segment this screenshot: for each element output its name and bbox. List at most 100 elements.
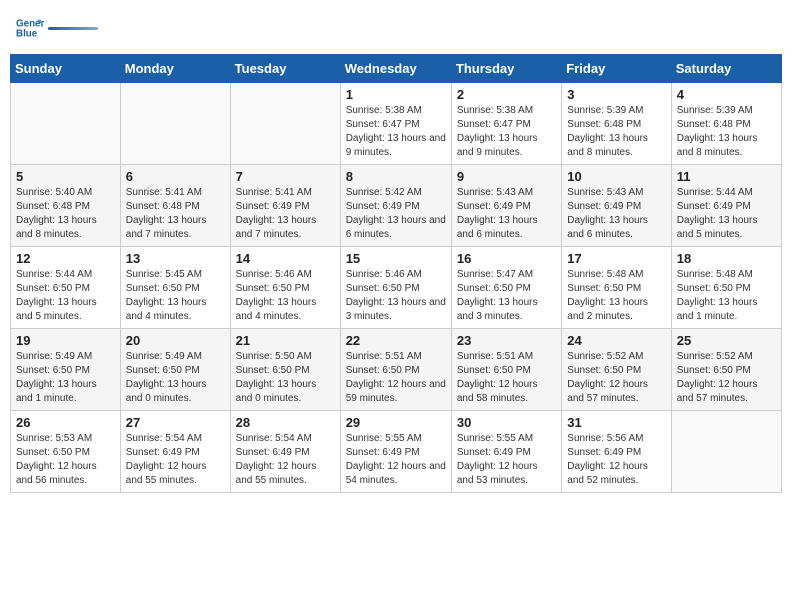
calendar-week-row: 5 Sunrise: 5:40 AM Sunset: 6:48 PM Daylig… xyxy=(11,165,782,247)
day-info: Sunrise: 5:55 AM Sunset: 6:49 PM Dayligh… xyxy=(457,432,556,488)
calendar-day-cell xyxy=(120,83,230,165)
day-number: 26 xyxy=(16,415,115,430)
day-info: Sunrise: 5:51 AM Sunset: 6:50 PM Dayligh… xyxy=(457,350,556,406)
logo-icon: General Blue xyxy=(16,14,44,42)
day-number: 10 xyxy=(567,169,665,184)
calendar-day-cell: 9 Sunrise: 5:43 AM Sunset: 6:49 PM Daylig… xyxy=(451,165,561,247)
calendar-day-cell: 22 Sunrise: 5:51 AM Sunset: 6:50 PM Dayli… xyxy=(340,329,451,411)
calendar-day-cell: 27 Sunrise: 5:54 AM Sunset: 6:49 PM Dayli… xyxy=(120,411,230,493)
logo: General Blue xyxy=(16,14,98,42)
day-info: Sunrise: 5:56 AM Sunset: 6:49 PM Dayligh… xyxy=(567,432,665,488)
calendar-day-cell: 23Sunrise: 5:51 AM Sunset: 6:50 PM Dayli… xyxy=(451,329,561,411)
day-info: Sunrise: 5:42 AM Sunset: 6:49 PM Dayligh… xyxy=(346,186,446,242)
day-number: 30 xyxy=(457,415,556,430)
day-number: 19 xyxy=(16,333,115,348)
day-number: 21 xyxy=(236,333,335,348)
day-number: 6 xyxy=(126,169,225,184)
calendar-day-cell: 4 Sunrise: 5:39 AM Sunset: 6:48 PM Daylig… xyxy=(671,83,781,165)
day-info: Sunrise: 5:45 AM Sunset: 6:50 PM Dayligh… xyxy=(126,268,225,324)
calendar-day-cell: 28 Sunrise: 5:54 AM Sunset: 6:49 PM Dayli… xyxy=(230,411,340,493)
day-number: 1 xyxy=(346,87,446,102)
day-info: Sunrise: 5:49 AM Sunset: 6:50 PM Dayligh… xyxy=(126,350,225,406)
calendar-day-cell: 6 Sunrise: 5:41 AM Sunset: 6:48 PM Daylig… xyxy=(120,165,230,247)
column-header-thursday: Thursday xyxy=(451,55,561,83)
calendar-day-cell: 3Sunrise: 5:39 AM Sunset: 6:48 PM Daylig… xyxy=(562,83,671,165)
day-info: Sunrise: 5:44 AM Sunset: 6:50 PM Dayligh… xyxy=(16,268,115,324)
calendar-day-cell: 21 Sunrise: 5:50 AM Sunset: 6:50 PM Dayli… xyxy=(230,329,340,411)
calendar-day-cell: 7 Sunrise: 5:41 AM Sunset: 6:49 PM Daylig… xyxy=(230,165,340,247)
day-number: 4 xyxy=(677,87,776,102)
calendar-day-cell: 15Sunrise: 5:46 AM Sunset: 6:50 PM Dayli… xyxy=(340,247,451,329)
column-header-tuesday: Tuesday xyxy=(230,55,340,83)
day-number: 15 xyxy=(346,251,446,266)
day-info: Sunrise: 5:40 AM Sunset: 6:48 PM Dayligh… xyxy=(16,186,115,242)
day-number: 9 xyxy=(457,169,556,184)
day-info: Sunrise: 5:54 AM Sunset: 6:49 PM Dayligh… xyxy=(236,432,335,488)
calendar-week-row: 1 Sunrise: 5:38 AM Sunset: 6:47 PM Daylig… xyxy=(11,83,782,165)
calendar-day-cell: 16 Sunrise: 5:47 AM Sunset: 6:50 PM Dayli… xyxy=(451,247,561,329)
calendar-day-cell: 1 Sunrise: 5:38 AM Sunset: 6:47 PM Daylig… xyxy=(340,83,451,165)
calendar-day-cell: 31 Sunrise: 5:56 AM Sunset: 6:49 PM Dayli… xyxy=(562,411,671,493)
day-number: 20 xyxy=(126,333,225,348)
column-header-saturday: Saturday xyxy=(671,55,781,83)
day-info: Sunrise: 5:54 AM Sunset: 6:49 PM Dayligh… xyxy=(126,432,225,488)
calendar-day-cell: 18 Sunrise: 5:48 AM Sunset: 6:50 PM Dayli… xyxy=(671,247,781,329)
calendar-day-cell: 5 Sunrise: 5:40 AM Sunset: 6:48 PM Daylig… xyxy=(11,165,121,247)
day-number: 8 xyxy=(346,169,446,184)
day-info: Sunrise: 5:51 AM Sunset: 6:50 PM Dayligh… xyxy=(346,350,446,406)
calendar-day-cell: 24 Sunrise: 5:52 AM Sunset: 6:50 PM Dayli… xyxy=(562,329,671,411)
day-info: Sunrise: 5:47 AM Sunset: 6:50 PM Dayligh… xyxy=(457,268,556,324)
day-info: Sunrise: 5:48 AM Sunset: 6:50 PM Dayligh… xyxy=(677,268,776,324)
calendar-day-cell: 14 Sunrise: 5:46 AM Sunset: 6:50 PM Dayli… xyxy=(230,247,340,329)
calendar-day-cell: 2Sunrise: 5:38 AM Sunset: 6:47 PM Daylig… xyxy=(451,83,561,165)
day-number: 18 xyxy=(677,251,776,266)
day-info: Sunrise: 5:43 AM Sunset: 6:49 PM Dayligh… xyxy=(567,186,665,242)
day-info: Sunrise: 5:49 AM Sunset: 6:50 PM Dayligh… xyxy=(16,350,115,406)
calendar-week-row: 26Sunrise: 5:53 AM Sunset: 6:50 PM Dayli… xyxy=(11,411,782,493)
calendar-day-cell: 26Sunrise: 5:53 AM Sunset: 6:50 PM Dayli… xyxy=(11,411,121,493)
day-info: Sunrise: 5:52 AM Sunset: 6:50 PM Dayligh… xyxy=(677,350,776,406)
day-number: 13 xyxy=(126,251,225,266)
svg-text:Blue: Blue xyxy=(16,28,38,39)
calendar-day-cell: 29Sunrise: 5:55 AM Sunset: 6:49 PM Dayli… xyxy=(340,411,451,493)
calendar-day-cell: 12Sunrise: 5:44 AM Sunset: 6:50 PM Dayli… xyxy=(11,247,121,329)
calendar-week-row: 19 Sunrise: 5:49 AM Sunset: 6:50 PM Dayli… xyxy=(11,329,782,411)
day-number: 25 xyxy=(677,333,776,348)
calendar-day-cell xyxy=(671,411,781,493)
calendar-day-cell xyxy=(11,83,121,165)
day-info: Sunrise: 5:50 AM Sunset: 6:50 PM Dayligh… xyxy=(236,350,335,406)
day-number: 14 xyxy=(236,251,335,266)
calendar-week-row: 12Sunrise: 5:44 AM Sunset: 6:50 PM Dayli… xyxy=(11,247,782,329)
calendar-day-cell: 19 Sunrise: 5:49 AM Sunset: 6:50 PM Dayli… xyxy=(11,329,121,411)
day-number: 31 xyxy=(567,415,665,430)
day-info: Sunrise: 5:41 AM Sunset: 6:48 PM Dayligh… xyxy=(126,186,225,242)
column-header-monday: Monday xyxy=(120,55,230,83)
calendar-day-cell: 20 Sunrise: 5:49 AM Sunset: 6:50 PM Dayli… xyxy=(120,329,230,411)
day-info: Sunrise: 5:44 AM Sunset: 6:49 PM Dayligh… xyxy=(677,186,776,242)
calendar-table: SundayMondayTuesdayWednesdayThursdayFrid… xyxy=(10,54,782,493)
day-info: Sunrise: 5:43 AM Sunset: 6:49 PM Dayligh… xyxy=(457,186,556,242)
calendar-day-cell: 10 Sunrise: 5:43 AM Sunset: 6:49 PM Dayli… xyxy=(562,165,671,247)
day-number: 24 xyxy=(567,333,665,348)
calendar-day-cell xyxy=(230,83,340,165)
day-info: Sunrise: 5:52 AM Sunset: 6:50 PM Dayligh… xyxy=(567,350,665,406)
day-number: 11 xyxy=(677,169,776,184)
column-header-friday: Friday xyxy=(562,55,671,83)
day-number: 28 xyxy=(236,415,335,430)
day-info: Sunrise: 5:39 AM Sunset: 6:48 PM Dayligh… xyxy=(677,104,776,160)
calendar-day-cell: 13 Sunrise: 5:45 AM Sunset: 6:50 PM Dayli… xyxy=(120,247,230,329)
day-number: 7 xyxy=(236,169,335,184)
day-number: 16 xyxy=(457,251,556,266)
calendar-day-cell: 17 Sunrise: 5:48 AM Sunset: 6:50 PM Dayli… xyxy=(562,247,671,329)
day-info: Sunrise: 5:38 AM Sunset: 6:47 PM Dayligh… xyxy=(457,104,556,160)
day-number: 27 xyxy=(126,415,225,430)
day-number: 17 xyxy=(567,251,665,266)
day-number: 22 xyxy=(346,333,446,348)
day-info: Sunrise: 5:46 AM Sunset: 6:50 PM Dayligh… xyxy=(236,268,335,324)
calendar-day-cell: 30 Sunrise: 5:55 AM Sunset: 6:49 PM Dayli… xyxy=(451,411,561,493)
day-info: Sunrise: 5:38 AM Sunset: 6:47 PM Dayligh… xyxy=(346,104,446,160)
day-number: 3 xyxy=(567,87,665,102)
day-info: Sunrise: 5:48 AM Sunset: 6:50 PM Dayligh… xyxy=(567,268,665,324)
day-number: 5 xyxy=(16,169,115,184)
day-info: Sunrise: 5:41 AM Sunset: 6:49 PM Dayligh… xyxy=(236,186,335,242)
